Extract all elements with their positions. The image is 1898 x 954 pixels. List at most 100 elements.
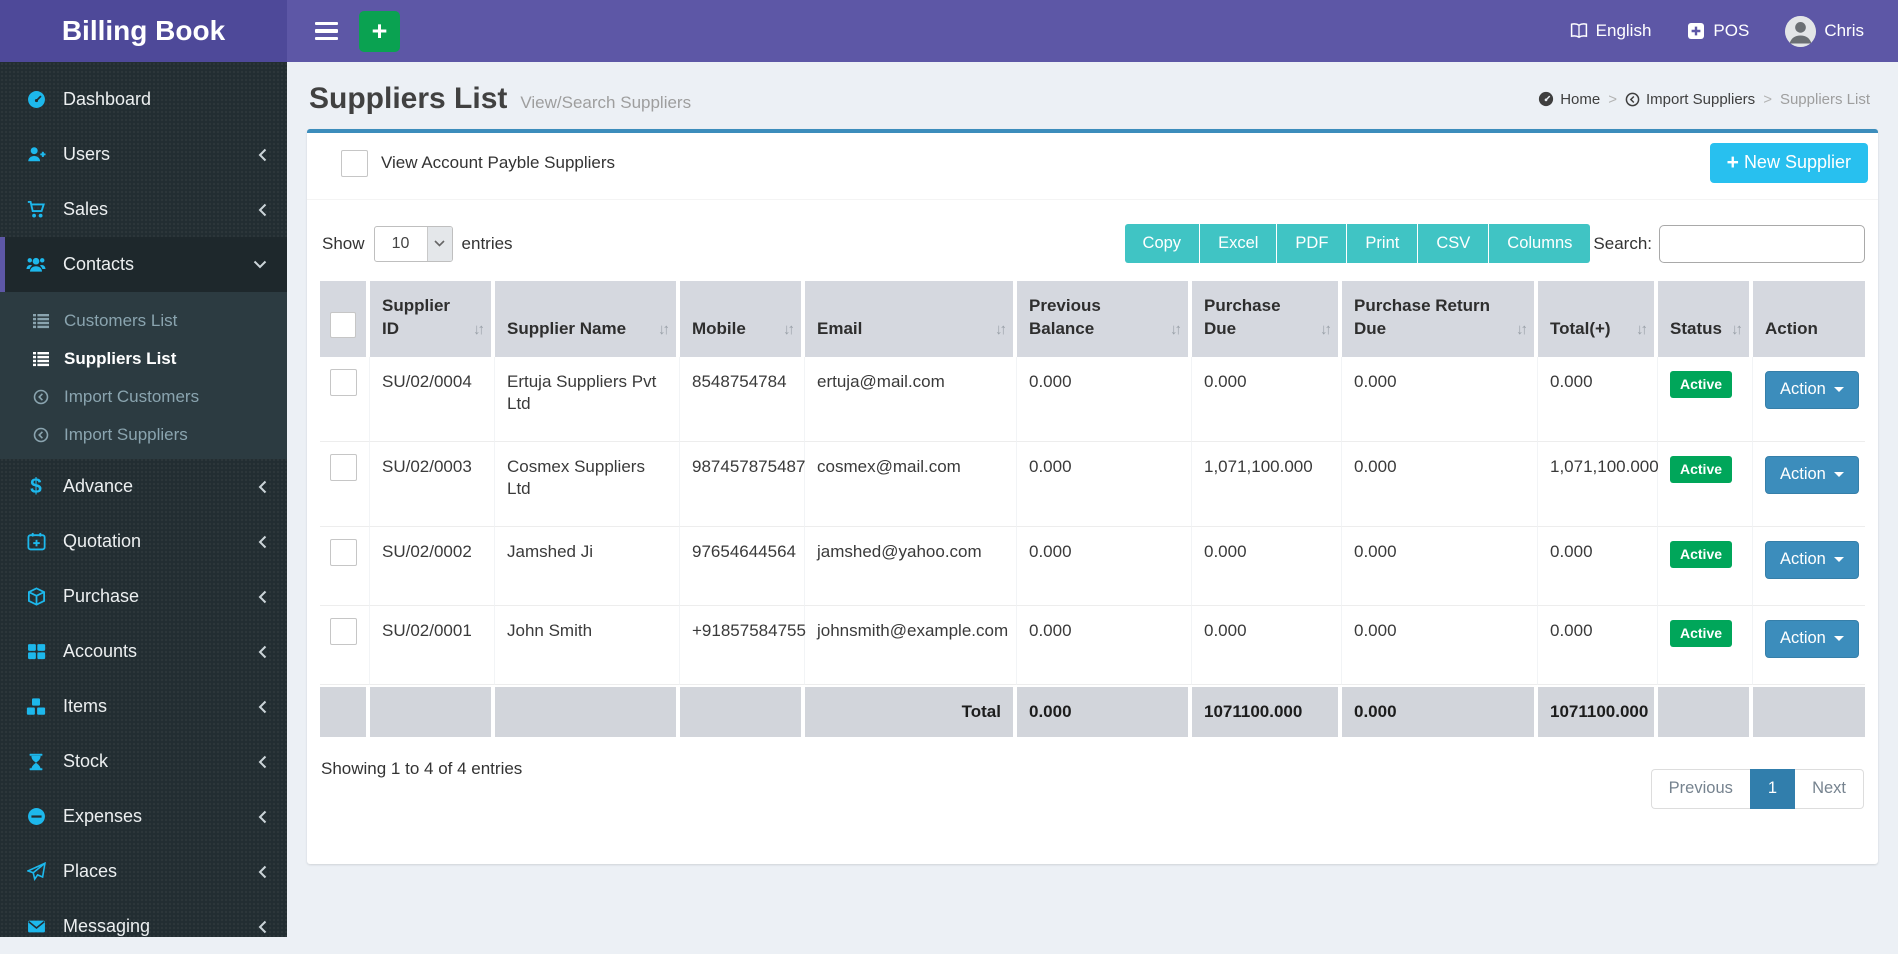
sort-icon: ↓↑ bbox=[1731, 320, 1743, 338]
chevron-left-icon bbox=[258, 810, 267, 824]
sidebar-item-label: Suppliers List bbox=[64, 349, 177, 368]
sidebar-item-quotation[interactable]: Quotation bbox=[0, 514, 287, 569]
action-button[interactable]: Action bbox=[1765, 370, 1859, 409]
sidebar-item-items[interactable]: Items bbox=[0, 679, 287, 734]
payable-suppliers-checkbox[interactable] bbox=[341, 149, 368, 177]
pos-label: POS bbox=[1713, 21, 1750, 40]
sidebar-item-expenses[interactable]: Expenses bbox=[0, 789, 287, 844]
column-previous-balance[interactable]: Previous Balance ↓↑ bbox=[1017, 281, 1192, 357]
caret-down-icon bbox=[1833, 557, 1844, 563]
print-button[interactable]: Print bbox=[1347, 224, 1419, 263]
top-navbar: + English POS Chris bbox=[287, 0, 1898, 62]
cell-supplier-name: Cosmex Suppliers Ltd bbox=[495, 442, 680, 528]
cell-mobile: 97654644564 bbox=[680, 527, 805, 607]
plus-square-icon bbox=[1687, 22, 1705, 40]
copy-button[interactable]: Copy bbox=[1124, 224, 1201, 263]
quick-add-button[interactable]: + bbox=[359, 10, 400, 52]
sidebar-item-import-suppliers[interactable]: Import Suppliers bbox=[0, 416, 287, 454]
column-total[interactable]: Total(+) ↓↑ bbox=[1538, 281, 1658, 357]
list-icon bbox=[31, 313, 51, 329]
cell-purchase-return-due: 0.000 bbox=[1342, 606, 1538, 686]
breadcrumb-import-suppliers[interactable]: Import Suppliers bbox=[1625, 91, 1755, 108]
cell-supplier-id: SU/02/0003 bbox=[370, 442, 495, 528]
cell-purchase-due: 0.000 bbox=[1192, 356, 1342, 443]
chevron-left-icon bbox=[258, 148, 267, 162]
sidebar-item-label: Users bbox=[63, 144, 111, 164]
sidebar-item-purchase[interactable]: Purchase bbox=[0, 569, 287, 624]
suppliers-card: View Account Payble Suppliers + New Supp… bbox=[307, 129, 1878, 865]
column-purchase-return-due[interactable]: Purchase Return Due ↓↑ bbox=[1342, 281, 1538, 357]
breadcrumb-current: Suppliers List bbox=[1779, 90, 1870, 108]
action-button[interactable]: Action bbox=[1765, 620, 1859, 659]
sidebar-item-label: Import Customers bbox=[64, 387, 200, 406]
pagination-next-button[interactable]: Next bbox=[1795, 769, 1864, 810]
cell-previous-balance: 0.000 bbox=[1017, 606, 1192, 686]
calendar-plus-icon bbox=[24, 532, 48, 551]
sidebar-item-contacts[interactable]: Contacts bbox=[0, 237, 287, 292]
sort-icon: ↓↑ bbox=[658, 320, 670, 338]
total-label: Total bbox=[805, 685, 1017, 738]
column-supplier-name[interactable]: Supplier Name ↓↑ bbox=[495, 281, 680, 357]
chevron-left-icon bbox=[258, 645, 267, 659]
plus-icon: + bbox=[371, 15, 388, 46]
sidebar: Dashboard Users Sales Contacts Customers… bbox=[0, 62, 287, 937]
hourglass-icon bbox=[24, 753, 48, 771]
sidebar-item-stock[interactable]: Stock bbox=[0, 734, 287, 789]
select-all-checkbox[interactable] bbox=[330, 311, 356, 338]
column-mobile[interactable]: Mobile ↓↑ bbox=[680, 281, 805, 357]
pagination-page-1-button[interactable]: 1 bbox=[1749, 769, 1796, 810]
column-action: Action bbox=[1753, 281, 1865, 357]
sidebar-item-advance[interactable]: $ Advance bbox=[0, 459, 287, 514]
search-input[interactable] bbox=[1659, 224, 1865, 263]
pagination-previous-button[interactable]: Previous bbox=[1650, 769, 1750, 810]
column-supplier-id[interactable]: Supplier ID ↓↑ bbox=[370, 281, 495, 357]
sidebar-item-import-customers[interactable]: Import Customers bbox=[0, 378, 287, 416]
sidebar-item-suppliers-list[interactable]: Suppliers List bbox=[0, 340, 287, 378]
sidebar-item-label: Import Suppliers bbox=[64, 425, 188, 444]
new-supplier-button[interactable]: + New Supplier bbox=[1709, 143, 1868, 183]
cell-previous-balance: 0.000 bbox=[1017, 527, 1192, 607]
caret-down-icon bbox=[1833, 472, 1844, 478]
sidebar-item-sales[interactable]: Sales bbox=[0, 182, 287, 237]
column-email[interactable]: Email ↓↑ bbox=[805, 281, 1017, 357]
show-label: Show bbox=[322, 233, 365, 253]
row-checkbox[interactable] bbox=[330, 454, 357, 482]
columns-button[interactable]: Columns bbox=[1489, 224, 1591, 263]
cell-email: jamshed@yahoo.com bbox=[805, 527, 1017, 607]
minus-circle-icon bbox=[24, 807, 48, 826]
breadcrumb-home[interactable]: Home bbox=[1538, 91, 1600, 108]
sidebar-item-places[interactable]: Places bbox=[0, 844, 287, 899]
row-checkbox[interactable] bbox=[330, 618, 357, 646]
language-label: English bbox=[1595, 21, 1652, 40]
sidebar-toggle-button[interactable] bbox=[309, 12, 344, 51]
sidebar-item-dashboard[interactable]: Dashboard bbox=[0, 72, 287, 127]
pos-button[interactable]: POS bbox=[1687, 21, 1749, 41]
chevron-down-icon bbox=[426, 226, 452, 261]
sidebar-item-label: Dashboard bbox=[63, 89, 152, 109]
user-menu[interactable]: Chris bbox=[1785, 15, 1864, 47]
column-purchase-due[interactable]: Purchase Due ↓↑ bbox=[1192, 281, 1342, 357]
row-checkbox[interactable] bbox=[330, 368, 357, 396]
csv-button[interactable]: CSV bbox=[1418, 224, 1490, 263]
status-badge: Active bbox=[1670, 370, 1733, 399]
dashboard-icon bbox=[24, 90, 48, 109]
sidebar-item-messaging[interactable]: Messaging bbox=[0, 899, 287, 954]
grid-icon bbox=[24, 642, 48, 661]
excel-button[interactable]: Excel bbox=[1200, 224, 1278, 263]
sidebar-item-users[interactable]: Users bbox=[0, 127, 287, 182]
cell-supplier-id: SU/02/0002 bbox=[370, 527, 495, 607]
sidebar-item-customers-list[interactable]: Customers List bbox=[0, 302, 287, 340]
cubes-icon bbox=[24, 697, 48, 717]
cell-purchase-return-due: 0.000 bbox=[1342, 527, 1538, 607]
row-checkbox[interactable] bbox=[330, 539, 357, 567]
action-button[interactable]: Action bbox=[1765, 456, 1859, 495]
column-status[interactable]: Status ↓↑ bbox=[1658, 281, 1753, 357]
breadcrumb-separator: > bbox=[1608, 90, 1617, 108]
action-button[interactable]: Action bbox=[1765, 541, 1859, 580]
sidebar-item-accounts[interactable]: Accounts bbox=[0, 624, 287, 679]
language-switcher[interactable]: English bbox=[1570, 21, 1652, 41]
pdf-button[interactable]: PDF bbox=[1277, 224, 1348, 263]
page-title: Suppliers List bbox=[309, 82, 508, 115]
app-logo[interactable]: Billing Book bbox=[0, 0, 287, 62]
entries-select[interactable]: 10 bbox=[373, 225, 453, 262]
